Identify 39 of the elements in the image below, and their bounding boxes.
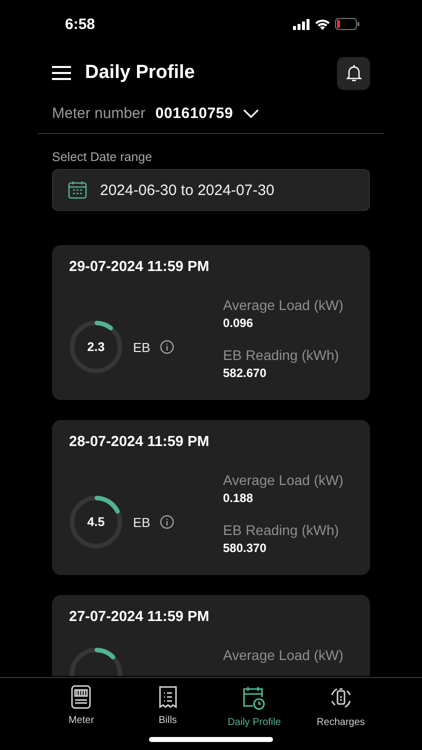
reading-label: EB Reading (kWh) (223, 347, 340, 363)
source-label: EB (133, 514, 150, 530)
load-label: Average Load (kW) (223, 472, 344, 488)
card-date: 29-07-2024 11:59 PM (69, 259, 210, 275)
meter-number[interactable]: 001610759 (155, 104, 234, 122)
gauge-value: 4.5 (87, 515, 105, 529)
date-range-label: Select Date range (51, 149, 154, 166)
menu-icon[interactable] (52, 66, 71, 80)
reading-value: 582.670 (223, 366, 268, 380)
nav-tab[interactable]: Recharges (298, 678, 384, 750)
load-label: Average Load (kW) (223, 297, 344, 313)
receipt-icon (158, 685, 178, 709)
battery-icon (335, 18, 360, 30)
meter-label: Meter number (52, 104, 146, 122)
load-value: 0.096 (223, 316, 254, 330)
card-date: 27-07-2024 11:59 PM (69, 609, 210, 625)
bell-icon (346, 64, 362, 82)
nav-tab[interactable]: Bills (124, 678, 211, 750)
card-date: 28-07-2024 11:59 PM (69, 434, 210, 450)
info-icon[interactable] (160, 340, 174, 354)
wifi-icon (315, 18, 330, 30)
reading-label: EB Reading (kWh) (223, 522, 340, 538)
status-time: 6:58 (65, 16, 96, 32)
page-title: Daily Profile (85, 62, 195, 84)
load-value: 0.188 (223, 491, 254, 505)
meter-icon (70, 685, 92, 709)
chevron-down-icon[interactable] (243, 108, 260, 118)
date-range-field[interactable]: 2024-06-30 to 2024-07-30 (52, 169, 370, 211)
nav-tab[interactable]: Daily Profile (211, 678, 298, 750)
notification-button[interactable] (337, 56, 370, 90)
load-label: Average Load (kW) (223, 647, 344, 663)
nav-tab[interactable]: Meter (38, 678, 124, 750)
info-icon[interactable] (160, 515, 174, 529)
signal-icon (293, 18, 310, 30)
source-label: EB (133, 340, 150, 354)
calendar-icon (68, 181, 87, 199)
calendar-clock-icon (241, 685, 268, 711)
reading-value: 580.370 (223, 541, 268, 555)
gauge-value: 2.3 (87, 340, 105, 354)
